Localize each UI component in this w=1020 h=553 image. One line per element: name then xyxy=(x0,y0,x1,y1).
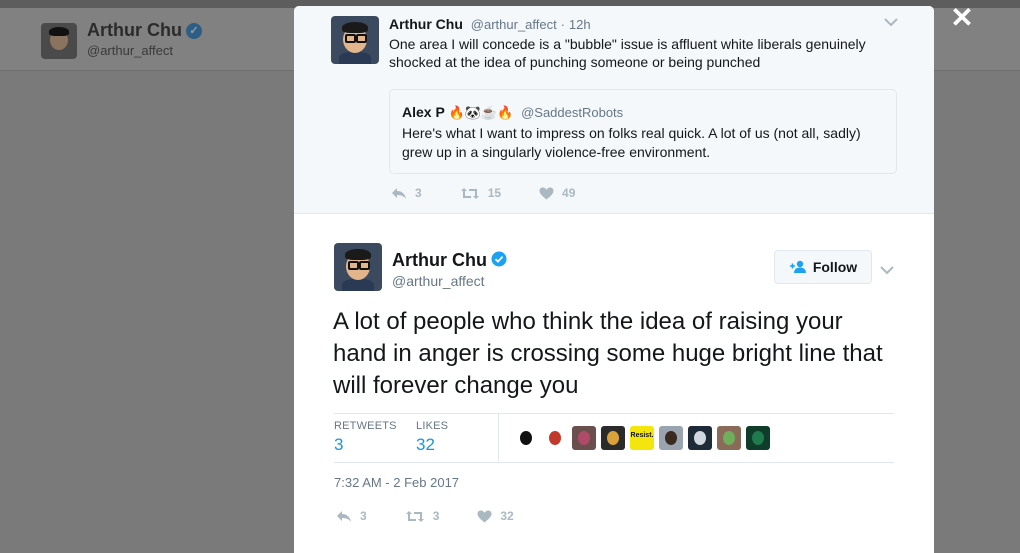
chevron-down-icon[interactable] xyxy=(884,14,898,30)
heart-icon xyxy=(477,510,492,522)
like-count: 49 xyxy=(562,186,576,200)
tweet-stats: RETWEETS 3 LIKES 32 Resist. xyxy=(334,413,894,463)
rabbit-avatar[interactable] xyxy=(543,426,567,450)
plant-avatar-detail xyxy=(723,431,735,445)
author-handle[interactable]: @arthur_affect xyxy=(471,17,557,32)
likes-value: 32 xyxy=(416,435,435,454)
heart-icon xyxy=(539,187,554,199)
tweet-actions: 3 3 32 xyxy=(336,509,552,523)
dark-avatar-detail xyxy=(694,431,706,445)
likes-stat[interactable]: LIKES 32 xyxy=(416,420,448,455)
author-handle[interactable]: @arthur_affect xyxy=(392,273,485,289)
quoted-tweet[interactable]: Alex P 🔥🐼☕🔥 @SaddestRobots Here's what I… xyxy=(389,89,897,174)
retweets-value: 3 xyxy=(334,435,344,454)
resist-avatar-detail: Resist. xyxy=(630,432,654,439)
background-name-text: Arthur Chu xyxy=(87,20,182,40)
stats-divider xyxy=(498,414,499,461)
reply-button[interactable]: 3 xyxy=(391,186,422,200)
background-name: Arthur Chu ✓ xyxy=(87,20,202,41)
quoted-author-name: Alex P xyxy=(402,104,445,120)
like-count: 32 xyxy=(500,509,514,523)
ancestor-tweet[interactable]: Arthur Chu @arthur_affect · 12h One area… xyxy=(294,6,934,214)
portrait-avatar[interactable] xyxy=(659,426,683,450)
retweet-icon xyxy=(460,187,479,199)
green-avatar-detail xyxy=(752,431,764,445)
rabbit-avatar-detail xyxy=(549,431,561,445)
quoted-author: Alex P 🔥🐼☕🔥 @SaddestRobots xyxy=(402,104,623,121)
background-handle: @arthur_affect xyxy=(87,43,173,58)
reply-count: 3 xyxy=(415,186,422,200)
reply-count: 3 xyxy=(360,509,367,523)
follow-label: Follow xyxy=(812,259,858,275)
avatar[interactable] xyxy=(334,243,382,291)
tweet-timestamp[interactable]: 12h xyxy=(569,17,591,32)
ancestor-author[interactable]: Arthur Chu @arthur_affect · 12h xyxy=(389,16,591,32)
like-button[interactable]: 32 xyxy=(477,509,514,523)
dark-avatar[interactable] xyxy=(688,426,712,450)
author-name[interactable]: Arthur Chu xyxy=(392,250,487,270)
quoted-tweet-text: Here's what I want to impress on folks r… xyxy=(402,125,861,160)
flowers-avatar-detail xyxy=(578,431,590,445)
tweet-author[interactable]: Arthur Chu xyxy=(392,250,507,271)
retweet-button[interactable]: 15 xyxy=(460,186,501,200)
tweet-date[interactable]: 7:32 AM - 2 Feb 2017 xyxy=(334,475,459,490)
add-user-icon xyxy=(789,260,806,273)
flowers-avatar[interactable] xyxy=(572,426,596,450)
reply-button[interactable]: 3 xyxy=(336,509,367,523)
ancestor-tweet-text: One area I will concede is a "bubble" is… xyxy=(389,36,866,70)
retweets-stat[interactable]: RETWEETS 3 xyxy=(334,420,397,455)
retweet-count: 3 xyxy=(432,509,440,523)
retweet-icon xyxy=(405,510,424,522)
like-button[interactable]: 49 xyxy=(539,186,575,200)
resist-avatar[interactable]: Resist. xyxy=(630,426,654,450)
reply-icon xyxy=(337,510,351,522)
diamond-avatar[interactable] xyxy=(514,426,538,450)
author-name[interactable]: Arthur Chu xyxy=(389,16,463,32)
green-avatar[interactable] xyxy=(746,426,770,450)
verified-icon: ✓ xyxy=(185,23,202,39)
avatar[interactable] xyxy=(331,16,379,64)
background-avatar xyxy=(41,23,77,59)
reply-icon xyxy=(392,187,406,199)
portrait-avatar-detail xyxy=(665,431,677,445)
plant-avatar[interactable] xyxy=(717,426,741,450)
retweet-button[interactable]: 3 xyxy=(405,509,440,523)
tweet-modal: Arthur Chu @arthur_affect · 12h One area… xyxy=(294,6,934,553)
separator-dot: · xyxy=(560,17,565,32)
verified-icon xyxy=(491,251,507,267)
liker-avatars: Resist. xyxy=(514,426,775,450)
quoted-author-emoji: 🔥🐼☕🔥 xyxy=(448,105,514,120)
retweet-count: 15 xyxy=(487,186,502,200)
chevron-down-icon[interactable] xyxy=(880,262,894,278)
ancestor-actions: 3 15 49 xyxy=(391,186,613,200)
close-icon[interactable]: ✕ xyxy=(950,4,974,32)
food-avatar-detail xyxy=(607,431,619,445)
quoted-author-handle: @SaddestRobots xyxy=(521,105,624,120)
retweets-label: RETWEETS xyxy=(334,420,397,432)
follow-button[interactable]: Follow xyxy=(774,250,872,284)
diamond-avatar-detail xyxy=(520,431,532,445)
likes-label: LIKES xyxy=(416,420,449,432)
tweet-text: A lot of people who think the idea of ra… xyxy=(333,308,883,399)
food-avatar[interactable] xyxy=(601,426,625,450)
